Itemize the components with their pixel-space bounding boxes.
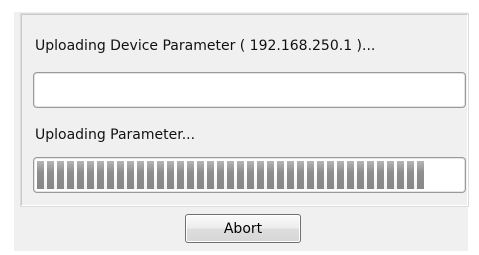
parameter-upload-progress-fill: [37, 161, 424, 189]
abort-button[interactable]: Abort: [185, 214, 301, 243]
parameter-upload-label: Uploading Parameter...: [35, 127, 196, 143]
device-upload-label: Uploading Device Parameter ( 192.168.250…: [35, 38, 376, 54]
device-upload-progress-bar: [33, 72, 466, 108]
parameter-upload-progress-bar: [33, 157, 466, 193]
upload-progress-dialog: Uploading Device Parameter ( 192.168.250…: [14, 12, 469, 251]
